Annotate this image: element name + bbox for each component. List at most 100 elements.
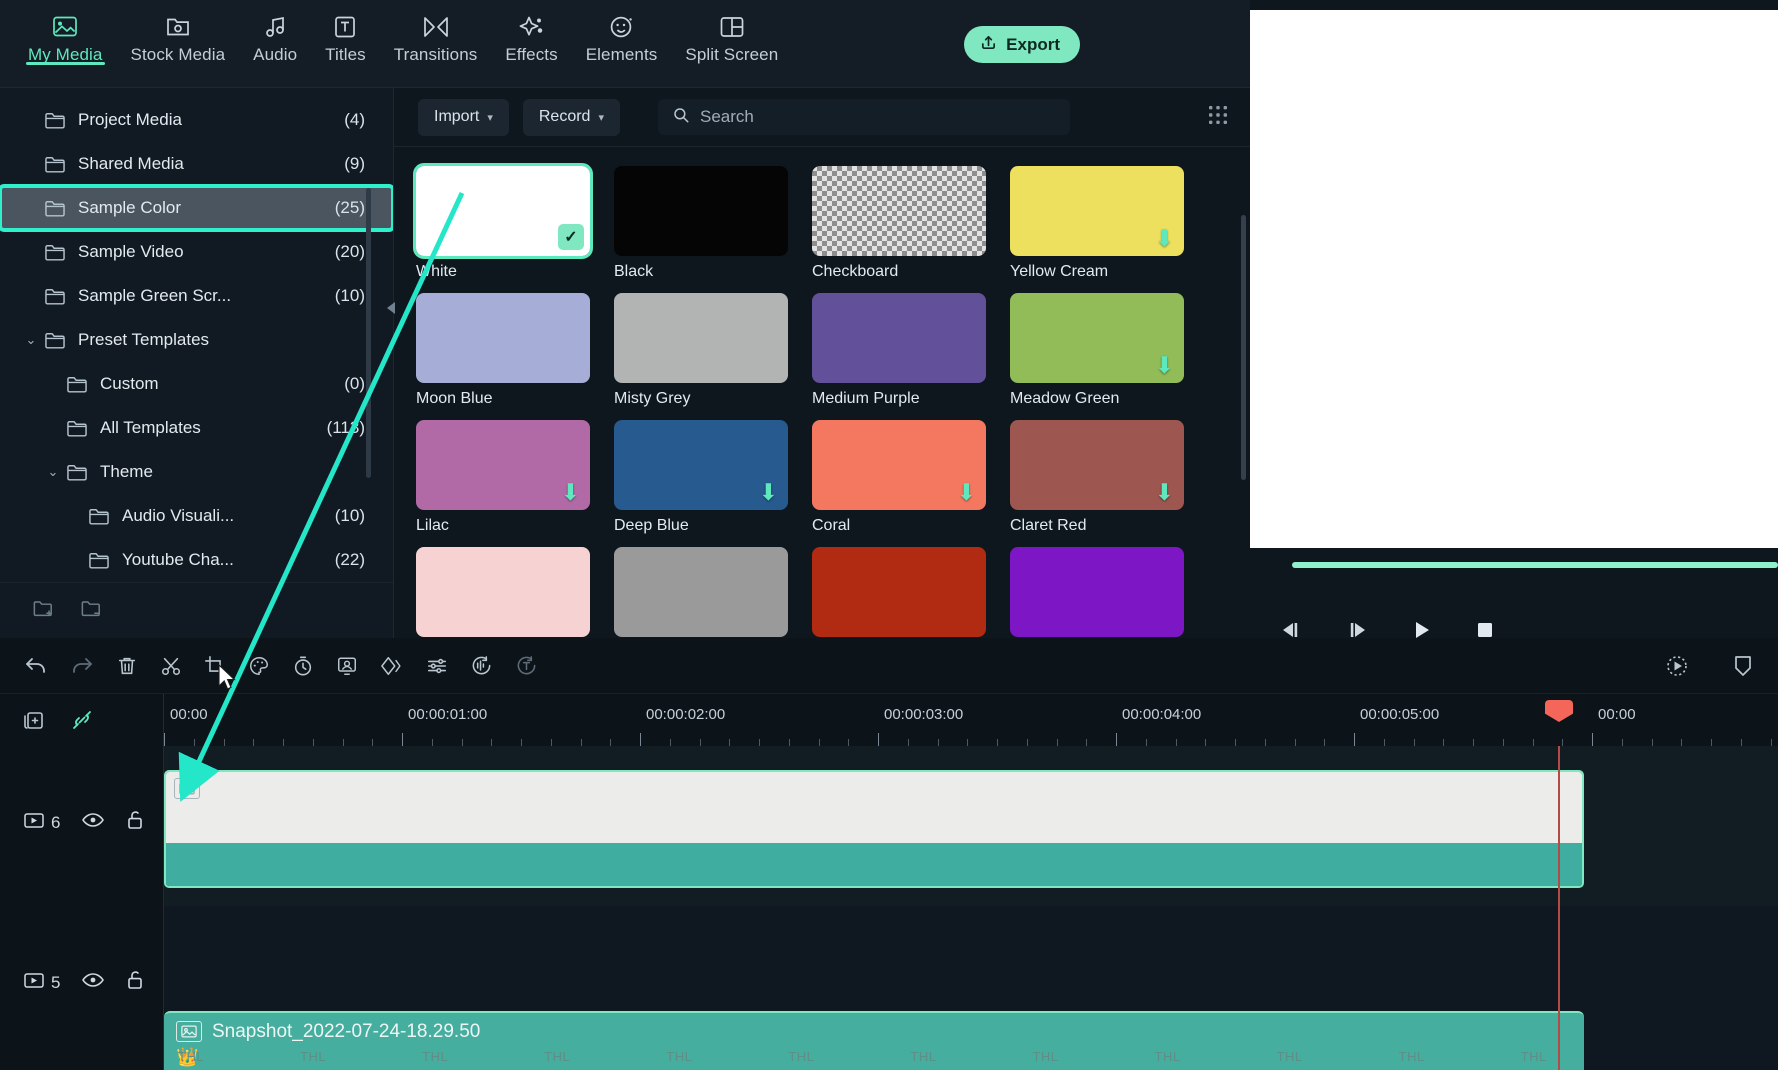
eye-icon[interactable] (82, 812, 105, 833)
delete-icon[interactable] (116, 655, 138, 677)
nav-tab-split-screen[interactable]: Split Screen (671, 0, 792, 65)
import-button[interactable]: Import ▾ (418, 98, 509, 136)
grid-view-icon[interactable] (1202, 99, 1234, 136)
color-swatch-cell[interactable] (1010, 547, 1184, 638)
redo-icon[interactable] (70, 655, 94, 677)
color-palette-icon[interactable] (248, 655, 270, 677)
color-swatch-cell[interactable]: ⬇ Claret Red (1010, 420, 1184, 535)
nav-tab-transitions[interactable]: Transitions (380, 0, 492, 65)
chevron-down-icon[interactable]: ⌄ (18, 332, 44, 348)
render-preview-icon[interactable] (1664, 653, 1690, 679)
sidebar-item-project-media[interactable]: Project Media (4) (0, 98, 393, 142)
color-swatch-cell[interactable]: ⬇ Coral (812, 420, 986, 535)
mask-icon[interactable] (380, 655, 404, 677)
color-swatch-cell[interactable]: Medium Purple (812, 293, 986, 408)
color-swatch-cell[interactable]: Checkboard (812, 166, 986, 281)
timeline-clip-snapshot[interactable]: Snapshot_2022-07-24-18.29.50 👑 THL THL THL… (164, 1011, 1584, 1070)
color-swatch[interactable] (812, 547, 986, 637)
next-frame-button[interactable] (1346, 621, 1368, 639)
color-swatch-cell[interactable]: Misty Grey (614, 293, 788, 408)
download-icon[interactable]: ⬇ (561, 481, 580, 504)
speed-icon[interactable] (292, 655, 314, 677)
unlock-icon[interactable] (126, 970, 144, 995)
media-panel-scrollbar[interactable] (1241, 215, 1246, 480)
sidebar-item-audio-visuali[interactable]: Audio Visuali... (10) (0, 494, 393, 538)
color-swatch[interactable] (614, 293, 788, 383)
chevron-down-icon[interactable]: ⌄ (40, 464, 66, 480)
track-row[interactable] (164, 746, 1778, 906)
timeline-clip-video[interactable] (164, 770, 1584, 888)
color-swatch-cell[interactable]: Moon Blue (416, 293, 590, 408)
color-swatch[interactable] (614, 166, 788, 256)
add-media-icon[interactable] (22, 708, 46, 732)
nav-tab-titles[interactable]: Titles (311, 0, 380, 65)
color-swatch-cell[interactable]: Black (614, 166, 788, 281)
color-swatch-cell[interactable]: ⬇ Deep Blue (614, 420, 788, 535)
sidebar-scrollbar[interactable] (366, 188, 371, 478)
export-button[interactable]: Export (964, 26, 1080, 63)
undo-icon[interactable] (24, 655, 48, 677)
new-folder-icon[interactable] (32, 599, 54, 623)
marker-icon[interactable] (1732, 653, 1754, 679)
sidebar-item-all-templates[interactable]: All Templates (113) (0, 406, 393, 450)
sidebar-item-custom[interactable]: Custom (0) (0, 362, 393, 406)
color-swatch[interactable]: ⬇ (1010, 420, 1184, 510)
audio-detach-icon[interactable] (470, 654, 493, 677)
color-swatch-cell[interactable] (614, 547, 788, 638)
color-swatch[interactable] (812, 293, 986, 383)
timeline-playhead[interactable] (1545, 700, 1573, 1070)
play-button[interactable] (1412, 620, 1432, 640)
record-button[interactable]: Record ▾ (522, 98, 620, 136)
download-icon[interactable]: ⬇ (1155, 227, 1174, 250)
color-swatch[interactable] (416, 293, 590, 383)
color-swatch[interactable]: ⬇ (812, 420, 986, 510)
eye-icon[interactable] (82, 972, 105, 993)
color-swatch[interactable] (614, 547, 788, 637)
search-box[interactable] (657, 99, 1070, 135)
color-swatch-cell[interactable] (416, 547, 590, 638)
color-swatch-cell[interactable]: ⬇ Meadow Green (1010, 293, 1184, 408)
preview-progress-bar[interactable] (1292, 562, 1778, 568)
track-header[interactable]: 5 (0, 970, 163, 995)
download-icon[interactable]: ⬇ (1155, 354, 1174, 377)
track-header[interactable]: 6 (0, 810, 163, 835)
nav-tab-effects[interactable]: Effects (491, 0, 571, 65)
timeline-ruler[interactable]: 00:00 00:00:01:00 00:00:02:00 00:00:03:00 00… (163, 694, 1778, 746)
previous-frame-button[interactable] (1280, 621, 1302, 639)
download-icon[interactable]: ⬇ (759, 481, 778, 504)
sidebar-item-shared-media[interactable]: Shared Media (9) (0, 142, 393, 186)
nav-tab-elements[interactable]: Elements (572, 0, 672, 65)
sidebar-item-youtube-cha[interactable]: Youtube Cha... (22) (0, 538, 393, 582)
color-swatch[interactable]: ⬇ (416, 420, 590, 510)
auto-caption-icon[interactable] (515, 654, 538, 677)
unlink-audio-icon[interactable] (70, 708, 94, 732)
split-scissors-icon[interactable] (160, 655, 182, 677)
color-swatch-cell[interactable]: ⬇ Lilac (416, 420, 590, 535)
unlock-icon[interactable] (126, 810, 144, 835)
color-swatch[interactable]: ⬇ (1010, 293, 1184, 383)
sidebar-item-sample-green-scr[interactable]: Sample Green Scr... (10) (0, 274, 393, 318)
remove-folder-icon[interactable] (80, 599, 102, 623)
color-swatch[interactable] (812, 166, 986, 256)
preview-video-canvas[interactable] (1250, 10, 1778, 548)
sidebar-item-theme[interactable]: ⌄ Theme (0, 450, 393, 494)
adjust-sliders-icon[interactable] (426, 655, 448, 677)
color-swatch[interactable] (1010, 547, 1184, 637)
sidebar-item-sample-color[interactable]: Sample Color (25) (0, 184, 395, 232)
track-row[interactable]: Snapshot_2022-07-24-18.29.50 👑 THL THL THL… (164, 906, 1778, 1070)
sidebar-item-sample-video[interactable]: Sample Video (20) (0, 230, 393, 274)
download-icon[interactable]: ⬇ (957, 481, 976, 504)
nav-tab-stock-media[interactable]: Stock Media (117, 0, 240, 65)
color-swatch-cell[interactable]: ✓ White (413, 163, 593, 281)
color-swatch[interactable]: ⬇ (614, 420, 788, 510)
color-swatch-cell[interactable] (812, 547, 986, 638)
collapse-left-icon[interactable] (385, 300, 397, 319)
nav-tab-my-media[interactable]: My Media (14, 0, 117, 65)
stop-button[interactable] (1476, 621, 1494, 639)
color-swatch[interactable]: ✓ (413, 163, 593, 259)
color-swatch[interactable] (416, 547, 590, 637)
green-screen-icon[interactable] (336, 655, 358, 677)
color-swatch-cell[interactable]: ⬇ Yellow Cream (1010, 166, 1184, 281)
download-icon[interactable]: ⬇ (1155, 481, 1174, 504)
color-swatch[interactable]: ⬇ (1010, 166, 1184, 256)
